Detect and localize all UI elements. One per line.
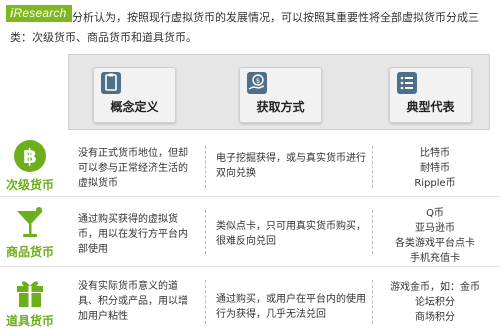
column-card-definition: 概念定义 (93, 67, 176, 123)
acquisition-cell: 类似点卡，只可用真实货币购买，很难反向兑回 (216, 221, 366, 247)
intro-paragraph: 分析认为，按照现行虚拟货币的发展情况，可以按照其重要性将全部虚拟货币分成三类：次… (10, 11, 479, 44)
example-item: 商场积分 (415, 312, 455, 323)
column-divider (205, 280, 206, 324)
bitcoin-icon: ฿ (12, 138, 48, 174)
example-item: 亚马逊币 (415, 223, 455, 234)
column-divider (372, 280, 373, 324)
column-card-acquisition: $ 获取方式 (239, 67, 322, 123)
example-item: Q币 (426, 208, 444, 219)
svg-text:฿: ฿ (23, 144, 37, 168)
example-item: Ripple币 (414, 178, 456, 189)
example-item: 手机充值卡 (410, 253, 460, 264)
category-label: 道具货币 (6, 314, 55, 328)
definition-cell: 没有正式货币地位，但却可以参与正常经济生活的虚拟货币 (78, 148, 188, 189)
svg-text:$: $ (256, 77, 260, 85)
category-label: 商品货币 (6, 245, 55, 259)
column-label: 概念定义 (110, 100, 159, 114)
examples-cell: 比特币 耐特币 Ripple币 (375, 146, 495, 191)
examples-cell: Q币 亚马逊币 各类游戏平台点卡 手机充值卡 (375, 206, 495, 266)
money-hand-icon: $ (247, 72, 267, 94)
example-item: 各类游戏平台点卡 (395, 238, 475, 249)
list-icon (397, 72, 417, 94)
column-card-examples: 典型代表 (389, 67, 472, 123)
cocktail-icon (12, 205, 48, 241)
column-divider (205, 146, 206, 188)
row-divider (0, 196, 500, 197)
category-label: 次级货币 (6, 178, 55, 192)
clipboard-icon (101, 72, 121, 94)
column-divider (205, 210, 206, 254)
definition-cell: 没有实际货币意义的道具、积分或产品，用以增加用户粘性 (78, 281, 188, 322)
examples-cell: 游戏金币，如：金币 论坛积分 商场积分 (375, 280, 495, 325)
column-divider (372, 210, 373, 254)
definition-cell: 通过购买获得的虚拟货币，用以在发行方平台内部使用 (78, 214, 188, 255)
column-label: 典型代表 (406, 100, 455, 114)
example-item: 比特币 (420, 148, 450, 159)
example-item: 耐特币 (420, 163, 450, 174)
example-item: 游戏金币，如：金币 (390, 282, 480, 293)
column-divider (372, 146, 373, 188)
column-header-band: 概念定义 $ 获取方式 典型代表 (68, 54, 490, 130)
row-divider (0, 266, 500, 267)
acquisition-cell: 通过购买，或用户在平台内的使用行为获得，几乎无法兑回 (216, 294, 366, 320)
column-label: 获取方式 (256, 100, 305, 114)
acquisition-cell: 电子挖掘获得，或与真实货币进行双向兑换 (216, 153, 366, 179)
example-item: 论坛积分 (415, 297, 455, 308)
gift-icon (12, 274, 48, 310)
